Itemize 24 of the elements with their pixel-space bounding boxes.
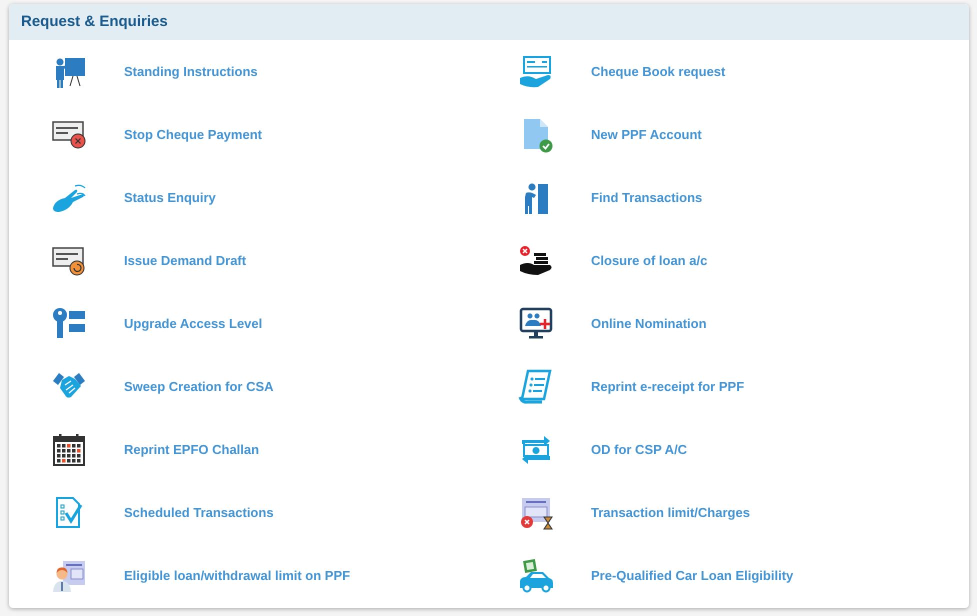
cheque-on-hand-icon[interactable] (518, 54, 554, 90)
service-link[interactable]: Reprint e-receipt for PPF (591, 376, 744, 396)
service-link[interactable]: Standing Instructions (124, 62, 258, 82)
service-link[interactable]: Eligible loan/withdrawal limit on PPF (124, 566, 350, 586)
service-link[interactable]: Pre-Qualified Car Loan Eligibility (591, 566, 794, 586)
panel-title: Request & Enquiries (21, 12, 168, 32)
monitor-with-people-icon[interactable] (518, 306, 554, 342)
service-link[interactable]: Online Nomination (591, 314, 707, 334)
service-link[interactable]: Stop Cheque Payment (124, 124, 262, 144)
service-link[interactable]: Upgrade Access Level (124, 314, 262, 334)
service-link[interactable]: Scheduled Transactions (124, 502, 274, 522)
service-link[interactable]: Transaction limit/Charges (591, 502, 750, 522)
service-link[interactable]: Reprint EPFO Challan (124, 440, 260, 460)
service-link[interactable]: Issue Demand Draft (124, 250, 246, 270)
service-link[interactable]: Status Enquiry (124, 188, 216, 208)
service-link[interactable]: New PPF Account (591, 124, 702, 144)
service-link[interactable]: Closure of loan a/c (591, 250, 708, 270)
service-link[interactable]: OD for CSP A/C (591, 440, 688, 460)
service-link[interactable]: Find Transactions (591, 188, 702, 208)
service-link[interactable]: Sweep Creation for CSA (124, 376, 274, 396)
calendar-icon[interactable] (51, 432, 87, 468)
receipt-scroll-icon[interactable] (518, 368, 554, 404)
car-with-banknote-icon[interactable] (518, 558, 554, 594)
service-link[interactable]: Cheque Book request (591, 62, 726, 82)
